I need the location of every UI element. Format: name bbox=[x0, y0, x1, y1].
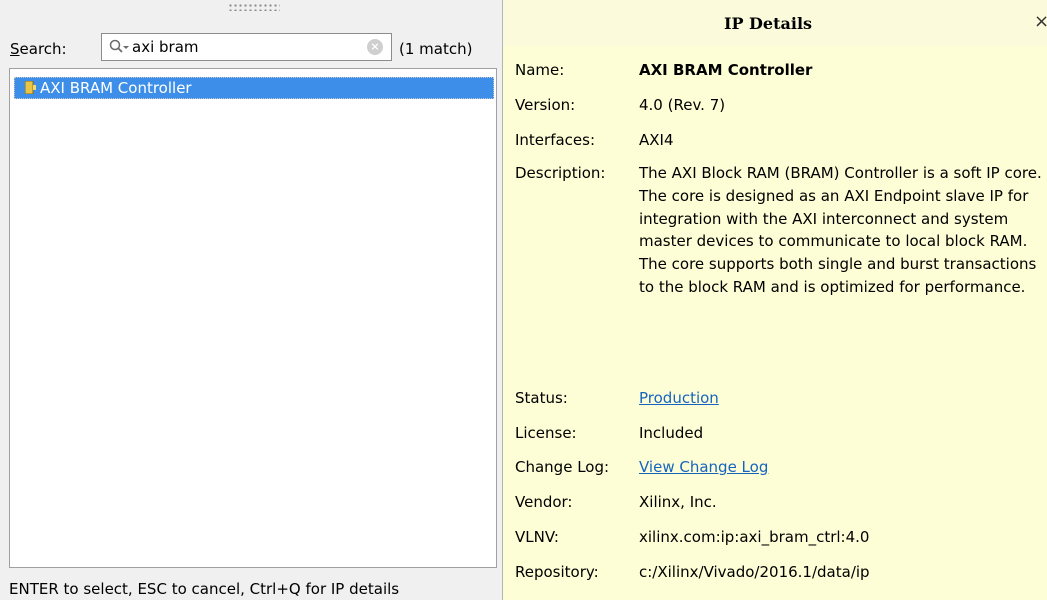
version-value: 4.0 (Rev. 7) bbox=[639, 96, 726, 114]
name-label: Name: bbox=[515, 61, 565, 79]
repository-value: c:/Xilinx/Vivado/2016.1/data/ip bbox=[639, 563, 870, 581]
search-input[interactable] bbox=[132, 36, 352, 58]
keyboard-hint: ENTER to select, ESC to cancel, Ctrl+Q f… bbox=[9, 580, 400, 598]
ip-search-pane: Search: × (1 match) AXI BRAM Controller … bbox=[0, 0, 500, 600]
close-icon[interactable]: × bbox=[1034, 12, 1047, 32]
vendor-value: Xilinx, Inc. bbox=[639, 493, 717, 511]
grip-dots-icon bbox=[228, 3, 280, 11]
version-label: Version: bbox=[515, 96, 576, 114]
search-box[interactable]: × bbox=[101, 33, 392, 61]
name-value: AXI BRAM Controller bbox=[639, 61, 813, 79]
ip-core-icon bbox=[25, 81, 36, 94]
vendor-label: Vendor: bbox=[515, 493, 573, 511]
status-label: Status: bbox=[515, 389, 568, 407]
change-log-label: Change Log: bbox=[515, 458, 610, 476]
match-count: (1 match) bbox=[399, 40, 473, 58]
drag-grip[interactable] bbox=[0, 0, 500, 32]
details-title: IP Details bbox=[723, 14, 813, 33]
details-header: IP Details × bbox=[503, 0, 1047, 46]
search-results-list[interactable]: AXI BRAM Controller bbox=[9, 68, 497, 568]
view-change-log-link[interactable]: View Change Log bbox=[639, 458, 768, 476]
interfaces-value: AXI4 bbox=[639, 131, 674, 149]
vlnv-value: xilinx.com:ip:axi_bram_ctrl:4.0 bbox=[639, 528, 870, 546]
list-item[interactable]: AXI BRAM Controller bbox=[14, 77, 494, 99]
ip-details-pane: IP Details × Name: AXI BRAM Controller V… bbox=[502, 0, 1047, 600]
vlnv-label: VLNV: bbox=[515, 528, 559, 546]
list-item-label: AXI BRAM Controller bbox=[40, 79, 192, 97]
description-label: Description: bbox=[515, 164, 606, 182]
status-link[interactable]: Production bbox=[639, 389, 719, 407]
license-value: Included bbox=[639, 424, 704, 442]
interfaces-label: Interfaces: bbox=[515, 131, 596, 149]
description-value: The AXI Block RAM (BRAM) Controller is a… bbox=[639, 164, 1042, 296]
search-label: Search: bbox=[10, 40, 67, 58]
license-label: License: bbox=[515, 424, 577, 442]
repository-label: Repository: bbox=[515, 563, 599, 581]
search-dropdown-icon[interactable] bbox=[108, 38, 130, 56]
clear-search-icon[interactable]: × bbox=[367, 39, 383, 55]
